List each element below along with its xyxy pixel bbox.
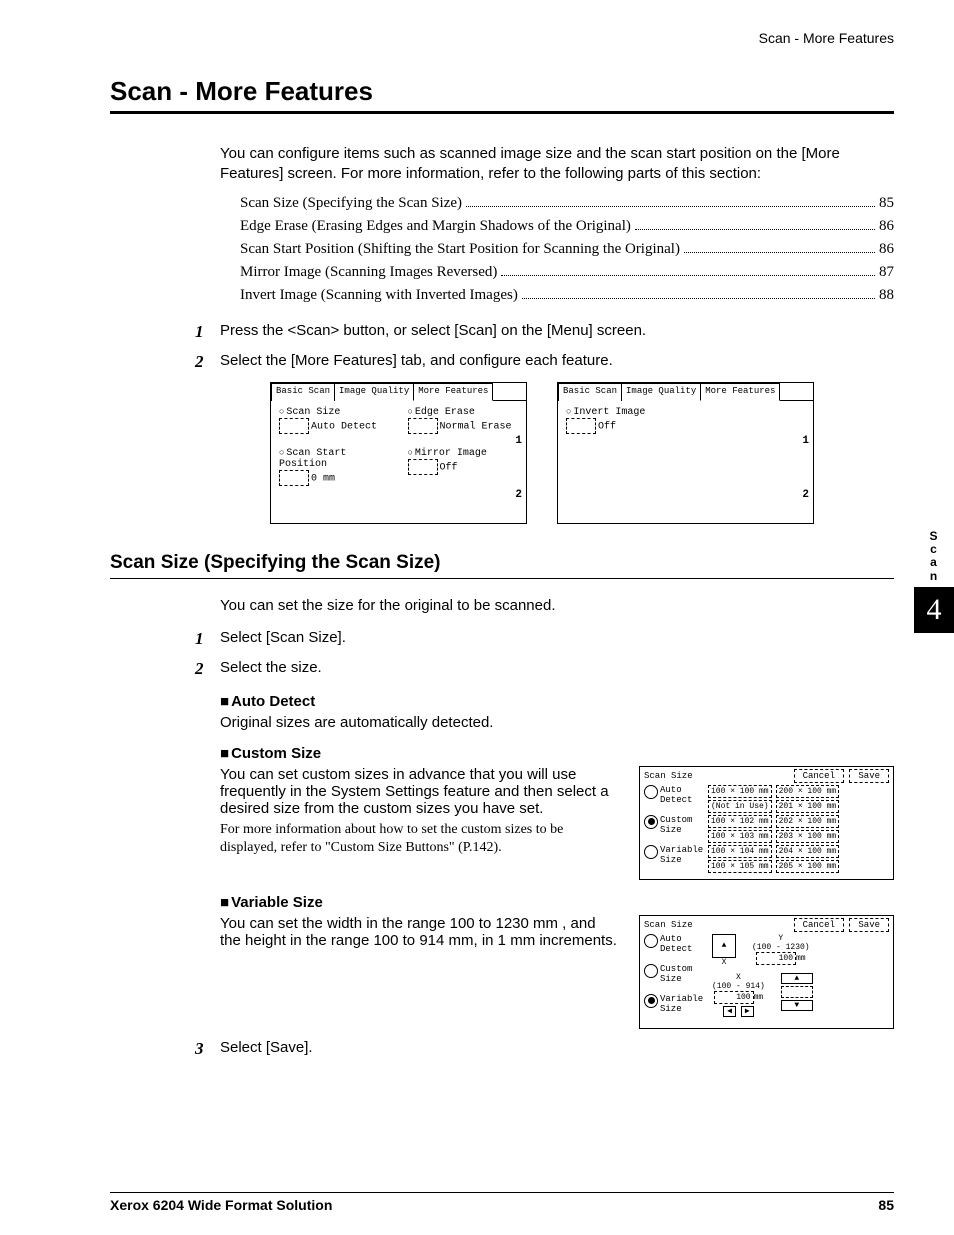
- toc-row: Scan Start Position (Shifting the Start …: [240, 241, 894, 258]
- invert-image-button[interactable]: [566, 418, 596, 434]
- page-footer: Xerox 6204 Wide Format Solution 85: [110, 1192, 894, 1213]
- x-value-field[interactable]: 100: [714, 991, 754, 1004]
- heading-auto-detect: Auto Detect: [220, 693, 894, 710]
- orientation-icon: ▲: [712, 934, 736, 958]
- step-2: 2Select the size.: [195, 659, 894, 679]
- increment-button[interactable]: ▶: [741, 1006, 754, 1017]
- start-position-button[interactable]: [279, 470, 309, 486]
- y-value-field[interactable]: 100: [756, 952, 796, 965]
- scroll-indicator: 2: [802, 489, 809, 501]
- heading-custom-size: Custom Size: [220, 745, 894, 762]
- toc-row: Edge Erase (Erasing Edges and Margin Sha…: [240, 218, 894, 235]
- heading-variable-size: Variable Size: [220, 894, 894, 911]
- toc-row: Mirror Image (Scanning Images Reversed)8…: [240, 264, 894, 281]
- chapter-tab: Scan 4: [914, 530, 954, 633]
- ui-panel-more-features-1: Basic Scan Image Quality More Features S…: [270, 382, 527, 524]
- scroll-indicator: 1: [802, 435, 809, 447]
- scroll-indicator: 2: [515, 489, 522, 501]
- intro-text: You can configure items such as scanned …: [220, 144, 894, 185]
- mini-toc: Scan Size (Specifying the Scan Size)85 E…: [240, 195, 894, 304]
- text-variable-size: You can set the width in the range 100 t…: [220, 915, 619, 949]
- text-auto-detect: Original sizes are automatically detecte…: [220, 714, 894, 731]
- section-intro: You can set the size for the original to…: [220, 597, 894, 614]
- tab-basic-scan[interactable]: Basic Scan: [271, 383, 335, 401]
- step-2: 2Select the [More Features] tab, and con…: [195, 352, 894, 372]
- decrement-button[interactable]: ◀: [723, 1006, 736, 1017]
- scan-size-button[interactable]: [279, 418, 309, 434]
- radio-variable-size[interactable]: Variable Size: [644, 994, 702, 1014]
- save-button[interactable]: Save: [849, 769, 889, 783]
- cancel-button[interactable]: Cancel: [794, 769, 844, 783]
- radio-custom-size[interactable]: Custom Size: [644, 815, 702, 835]
- size-option[interactable]: 202 × 100 mm: [776, 815, 840, 828]
- toc-row: Scan Size (Specifying the Scan Size)85: [240, 195, 894, 212]
- edge-erase-button[interactable]: [408, 418, 438, 434]
- decrement-button[interactable]: ▼: [781, 1000, 813, 1011]
- step-3: 3Select [Save].: [195, 1039, 894, 1059]
- page-number: 85: [878, 1197, 894, 1213]
- size-option[interactable]: 203 × 100 mm: [776, 830, 840, 843]
- save-button[interactable]: Save: [849, 918, 889, 932]
- size-option[interactable]: 200 × 100 mm: [776, 785, 840, 798]
- size-option[interactable]: 201 × 100 mm: [776, 800, 840, 813]
- size-option[interactable]: 100 × 105 mm: [708, 860, 772, 873]
- size-option[interactable]: 100 × 102 mm: [708, 815, 772, 828]
- radio-auto-detect[interactable]: Auto Detect: [644, 785, 702, 805]
- page-title: Scan - More Features: [110, 76, 894, 107]
- radio-auto-detect[interactable]: Auto Detect: [644, 934, 702, 954]
- radio-custom-size[interactable]: Custom Size: [644, 964, 702, 984]
- radio-variable-size[interactable]: Variable Size: [644, 845, 702, 865]
- product-name: Xerox 6204 Wide Format Solution: [110, 1197, 332, 1213]
- tab-more-features[interactable]: More Features: [700, 383, 780, 401]
- running-head: Scan - More Features: [110, 30, 894, 46]
- ui-panel-variable-size: Scan Size Cancel Save Auto Detect Custom…: [639, 915, 894, 1029]
- toc-row: Invert Image (Scanning with Inverted Ima…: [240, 287, 894, 304]
- size-option[interactable]: 100 × 100 mm: [708, 785, 772, 798]
- size-option[interactable]: 205 × 100 mm: [776, 860, 840, 873]
- size-option[interactable]: 204 × 100 mm: [776, 845, 840, 858]
- title-rule: [110, 111, 894, 114]
- tab-basic-scan[interactable]: Basic Scan: [558, 383, 622, 401]
- section-title-scan-size: Scan Size (Specifying the Scan Size): [110, 552, 894, 574]
- text-custom-size: You can set custom sizes in advance that…: [220, 766, 619, 817]
- mirror-image-button[interactable]: [408, 459, 438, 475]
- size-option[interactable]: (Not in Use): [708, 800, 772, 813]
- tab-image-quality[interactable]: Image Quality: [621, 383, 701, 401]
- tab-image-quality[interactable]: Image Quality: [334, 383, 414, 401]
- section-rule: [110, 578, 894, 579]
- step-1: 1Press the <Scan> button, or select [Sca…: [195, 322, 894, 342]
- increment-button[interactable]: ▲: [781, 973, 813, 984]
- scroll-indicator: 1: [515, 435, 522, 447]
- ui-panel-custom-size: Scan Size Cancel Save Auto Detect Custom…: [639, 766, 894, 880]
- note-custom-size: For more information about how to set th…: [220, 821, 619, 857]
- cancel-button[interactable]: Cancel: [794, 918, 844, 932]
- step-1: 1Select [Scan Size].: [195, 629, 894, 649]
- size-option[interactable]: 100 × 104 mm: [708, 845, 772, 858]
- tab-more-features[interactable]: More Features: [413, 383, 493, 401]
- ui-panel-more-features-2: Basic Scan Image Quality More Features I…: [557, 382, 814, 524]
- size-option[interactable]: 100 × 103 mm: [708, 830, 772, 843]
